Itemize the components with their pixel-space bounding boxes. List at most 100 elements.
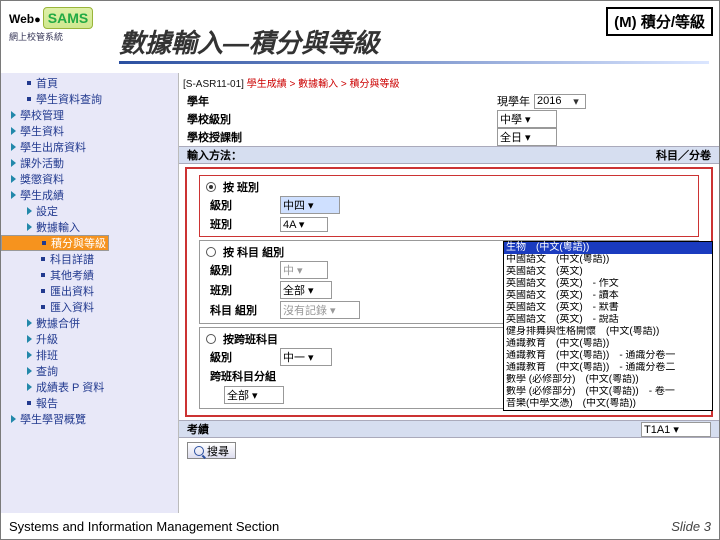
sidebar-item-label: 課外活動 [20, 155, 64, 171]
bullet-icon [42, 241, 46, 245]
logo-sams: SAMS [43, 7, 93, 29]
dropdown-option[interactable]: 英國語文 (英文) - 默書 [504, 302, 712, 314]
m2-class-label: 班別 [210, 282, 280, 298]
dropdown-option[interactable]: 通識教育 (中文(粵語)) - 通識分卷一 [504, 350, 712, 362]
sidebar-item-11[interactable]: 科目詳譜 [1, 251, 178, 267]
sidebar-item-label: 學生出席資料 [20, 139, 86, 155]
sidebar-item-5[interactable]: 課外活動 [1, 155, 178, 171]
sidebar-item-18[interactable]: 查詢 [1, 363, 178, 379]
sidebar-item-label: 首頁 [36, 75, 58, 91]
dropdown-selected[interactable]: 生物 (中文(粵語)) [504, 242, 712, 254]
logo-web: Web [9, 12, 34, 26]
m1-level-select[interactable]: 中四 ▾ [280, 196, 340, 214]
session-select[interactable]: 全日 ▾ [497, 128, 557, 146]
sidebar-item-9[interactable]: 數據輸入 [1, 219, 178, 235]
bullet-icon [41, 305, 45, 309]
sidebar-item-label: 學生成績 [20, 187, 64, 203]
sidebar-item-label: 排班 [36, 347, 58, 363]
method-cross-class-title: 按跨班科目 [223, 331, 278, 347]
sidebar-item-14[interactable]: 匯入資料 [1, 299, 178, 315]
dropdown-option[interactable]: 中國語文 (中文(粵語)) [504, 254, 712, 266]
sidebar-item-1[interactable]: 學生資料查詢 [1, 91, 178, 107]
sidebar: 首頁學生資料查詢學校管理學生資料學生出席資料課外活動獎懲資料學生成績設定數據輸入… [1, 73, 179, 513]
sidebar-item-21[interactable]: 學生學習概覽 [1, 411, 178, 427]
dropdown-option[interactable]: 英國語文 (英文) - 讀本 [504, 290, 712, 302]
search-button[interactable]: 搜尋 [187, 442, 236, 459]
triangle-icon [27, 383, 32, 391]
sidebar-item-label: 數據合併 [36, 315, 80, 331]
logo-globe-icon: ● [34, 14, 41, 26]
sidebar-item-label: 其他考績 [50, 267, 94, 283]
sidebar-item-4[interactable]: 學生出席資料 [1, 139, 178, 155]
dropdown-option[interactable]: 數學 (必修部分) (中文(粵語)) - 卷一 [504, 386, 712, 398]
subject-dropdown-open[interactable]: 生物 (中文(粵語)) 中國語文 (中文(粵語))英國語文 (英文)英國語文 (… [503, 241, 713, 411]
m2-group-select[interactable]: 沒有記錄 ▾ [280, 301, 360, 319]
sidebar-item-3[interactable]: 學生資料 [1, 123, 178, 139]
triangle-icon [11, 191, 16, 199]
m2-class-select[interactable]: 全部 ▾ [280, 281, 332, 299]
sidebar-item-6[interactable]: 獎懲資料 [1, 171, 178, 187]
title-underline [119, 61, 709, 64]
year-prefix: 現學年 [497, 93, 530, 109]
sidebar-item-label: 學生資料 [20, 123, 64, 139]
triangle-icon [11, 111, 16, 119]
sidebar-item-8[interactable]: 設定 [1, 203, 178, 219]
triangle-icon [11, 159, 16, 167]
sidebar-item-10[interactable]: 積分與等級 [1, 235, 109, 251]
sidebar-item-label: 學生學習概覽 [20, 411, 86, 427]
search-button-label: 搜尋 [207, 443, 229, 459]
m2-group-label: 科目 組別 [210, 302, 280, 318]
sidebar-item-13[interactable]: 匯出資料 [1, 283, 178, 299]
m1-class-select[interactable]: 4A ▾ [280, 217, 328, 232]
dropdown-option[interactable]: 英國語文 (英文) - 作文 [504, 278, 712, 290]
year-label: 學年 [187, 93, 277, 109]
bullet-icon [27, 401, 31, 405]
dropdown-option[interactable]: 健身排舞與性格開懷 (中文(粵語)) [504, 326, 712, 338]
bullet-icon [41, 289, 45, 293]
dropdown-option[interactable]: 英國語文 (英文) - 說話 [504, 314, 712, 326]
m3-level-select[interactable]: 中一 ▾ [280, 348, 332, 366]
sidebar-item-17[interactable]: 排班 [1, 347, 178, 363]
radio-by-subject-group[interactable] [206, 247, 216, 257]
school-level-select[interactable]: 中學 ▾ [497, 110, 557, 128]
sidebar-item-label: 科目詳譜 [50, 251, 94, 267]
dropdown-option[interactable]: 通識教育 (中文(粵語)) - 通識分卷二 [504, 362, 712, 374]
radio-by-class[interactable] [206, 182, 216, 192]
sidebar-item-15[interactable]: 數據合併 [1, 315, 178, 331]
radio-cross-class[interactable] [206, 334, 216, 344]
triangle-icon [11, 143, 16, 151]
sidebar-item-label: 報告 [36, 395, 58, 411]
sidebar-item-12[interactable]: 其他考績 [1, 267, 178, 283]
dropdown-option[interactable]: 音樂(中學文憑) (中文(粵語)) [504, 398, 712, 410]
triangle-icon [11, 415, 16, 423]
sidebar-item-2[interactable]: 學校管理 [1, 107, 178, 123]
sidebar-item-label: 匯出資料 [50, 283, 94, 299]
sidebar-item-7[interactable]: 學生成績 [1, 187, 178, 203]
input-method-bar: 輸入方法： 科目／分卷 [179, 146, 719, 164]
subject-paper-label: 科目／分卷 [656, 147, 711, 163]
input-method-label: 輸入方法： [187, 147, 242, 163]
sidebar-item-20[interactable]: 報告 [1, 395, 178, 411]
triangle-icon [27, 223, 32, 231]
m2-level-select[interactable]: 中 ▾ [280, 261, 328, 279]
year-select[interactable]: 2016▾ [534, 94, 586, 109]
sidebar-item-16[interactable]: 升級 [1, 331, 178, 347]
bullet-icon [41, 273, 45, 277]
bullet-icon [41, 257, 45, 261]
triangle-icon [27, 335, 32, 343]
m3-group-select[interactable]: 全部 ▾ [224, 386, 284, 404]
m1-level-label: 級別 [210, 197, 280, 213]
sidebar-item-label: 獎懲資料 [20, 171, 64, 187]
sidebar-item-19[interactable]: 成績表 P 資料 [1, 379, 178, 395]
footer: Systems and Information Management Secti… [1, 513, 719, 539]
bullet-icon [27, 81, 31, 85]
assessment-select[interactable]: T1A1 ▾ [641, 422, 711, 437]
sidebar-item-0[interactable]: 首頁 [1, 75, 178, 91]
level-label: 學校級別 [187, 111, 277, 127]
sidebar-item-label: 設定 [36, 203, 58, 219]
dropdown-option[interactable]: 數學 (必修部分) (中文(粵語)) [504, 374, 712, 386]
dropdown-option[interactable]: 通識教育 (中文(粵語)) [504, 338, 712, 350]
assessment-bar: 考績 T1A1 ▾ [179, 420, 719, 438]
footer-left: Systems and Information Management Secti… [9, 519, 279, 534]
dropdown-option[interactable]: 英國語文 (英文) [504, 266, 712, 278]
